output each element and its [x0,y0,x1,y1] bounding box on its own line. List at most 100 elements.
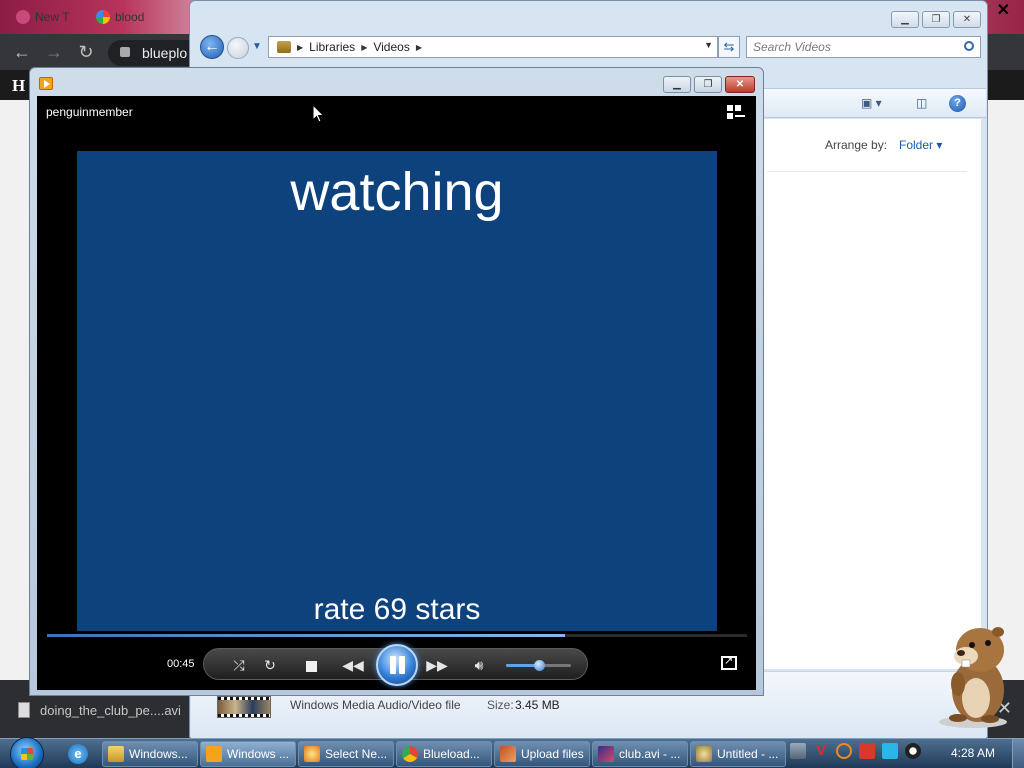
explorer-caption-buttons: ▁ ❐ ✕ [891,11,981,28]
breadcrumb-videos[interactable]: Videos [373,40,409,54]
taskbar-button-upload-files[interactable]: Upload files [494,741,590,767]
switch-to-library-icon[interactable] [727,105,745,119]
media-player-icon [206,746,222,762]
volume-knob[interactable] [533,660,545,671]
taskbar-button-untitled-paint[interactable]: Untitled - ... [690,741,786,767]
download-file-name: doing_the_club_pe....avi [40,702,181,718]
forward-button[interactable] [227,37,249,59]
gopher-mascot-icon[interactable] [928,618,1018,730]
taskbar-clock[interactable]: 4:28 AM [951,746,995,760]
taskbar-button-label: Untitled - ... [717,747,779,761]
change-view-icon[interactable]: ▣ ▾ [861,96,882,110]
back-arrow-icon[interactable]: ← [12,42,32,62]
taskbar-button-label: Select Ne... [325,747,388,761]
seek-bar[interactable] [47,634,747,637]
network-icon[interactable] [790,743,806,759]
stop-button[interactable] [298,649,324,681]
back-button[interactable]: ← [200,35,224,59]
search-placeholder: Search Videos [753,40,831,54]
maximize-button[interactable]: ❐ [922,11,950,28]
record-icon[interactable] [905,743,921,759]
video-editor-icon [598,746,614,762]
chrome-tab-label: blood [115,10,145,24]
upload-icon [500,746,516,762]
taskbar-button-explorer[interactable]: Windows... [102,741,198,767]
close-button[interactable]: ✕ [953,11,981,28]
antivirus-icon[interactable]: V [813,743,829,759]
repeat-icon[interactable]: ↻ [257,649,283,681]
breadcrumb-libraries[interactable]: Libraries [309,40,355,54]
close-button[interactable]: ✕ [725,76,755,93]
help-icon[interactable]: ? [949,95,966,112]
arrange-by-value: Folder [899,138,934,152]
divider [767,171,967,172]
search-tray-icon[interactable] [836,743,852,759]
system-tray: V [790,743,921,759]
search-input[interactable]: Search Videos [746,36,981,58]
chrome-close-icon[interactable]: ✕ [997,0,1010,20]
file-type-label: Windows Media Audio/Video file [290,698,461,712]
paint-icon [304,746,320,762]
arrange-by-label: Arrange by: [825,138,888,152]
minimize-button[interactable]: ▁ [891,11,919,28]
reload-icon[interactable]: ↻ [76,42,96,62]
download-item[interactable]: doing_the_club_pe....avi [18,702,181,718]
start-button[interactable] [10,737,44,768]
fast-forward-icon[interactable]: ▶▶ [422,649,452,681]
fullscreen-icon[interactable] [721,654,737,670]
libraries-icon [277,41,291,53]
breadcrumb-separator-icon[interactable]: ▶ [361,43,367,52]
elapsed-time: 00:45 [167,658,195,670]
taskbar-button-blueload[interactable]: Blueload... [396,741,492,767]
site-logo[interactable]: H [12,76,25,96]
video-thumbnail [217,696,271,718]
rewind-icon[interactable]: ◀◀ [338,649,368,681]
explorer-address-bar[interactable]: ▶ Libraries ▶ Videos ▶ ▼ [268,36,718,58]
volume-slider[interactable] [506,660,571,671]
history-dropdown-icon[interactable]: ▼ [252,41,262,52]
player-stage[interactable]: penguinmember watching rate 69 stars 00:… [37,96,756,690]
player-caption-buttons: ▁ ❐ ✕ [663,76,755,93]
pause-icon [390,656,396,674]
taskbar-button-label: club.avi - ... [619,747,681,761]
paint-palette-icon [696,746,712,762]
internet-explorer-icon[interactable]: e [68,744,88,764]
size-value: 3.45 MB [515,698,560,712]
chrome-tab-label: New T [35,10,70,24]
chrome-tab-google[interactable]: blood [90,4,150,30]
address-dropdown-icon[interactable]: ▼ [704,40,713,50]
taskbar-button-label: Windows ... [227,747,290,761]
taskbar-button-label: Windows... [129,747,188,761]
preview-pane-icon[interactable]: ◫ [916,96,927,110]
pause-icon [399,656,405,674]
file-icon [18,702,30,718]
breadcrumb-separator-icon[interactable]: ▶ [416,43,422,52]
forward-arrow-icon[interactable]: → [44,42,64,62]
stop-icon [305,660,317,672]
lock-icon [120,47,130,57]
video-username: penguinmember [46,105,133,119]
taskbar-button-media-player[interactable]: Windows ... [200,741,296,767]
show-desktop-button[interactable] [1012,739,1024,768]
shuffle-icon[interactable]: ⤮ [226,649,252,681]
chrome-tab-new[interactable]: New T [10,4,75,30]
seek-progress [47,634,565,637]
flag-icon[interactable] [859,743,875,759]
pause-button[interactable] [376,644,418,686]
google-icon [96,10,110,24]
explorer-navigation-row: ← ▼ ▶ Libraries ▶ Videos ▶ ▼ ⇆ Search Vi… [198,34,981,60]
search-icon[interactable] [964,41,974,51]
video-caption-text: rate 69 stars [313,593,481,626]
taskbar-button-select-network[interactable]: Select Ne... [298,741,394,767]
refresh-button[interactable]: ⇆ [718,36,740,58]
maximize-button[interactable]: ❐ [694,76,722,93]
display-icon[interactable] [882,743,898,759]
arrange-by-dropdown[interactable]: Folder ▾ [899,138,942,152]
flower-favicon-icon [16,10,30,24]
breadcrumb-separator-icon[interactable]: ▶ [297,43,303,52]
chrome-url-text: blueplo [142,45,188,61]
minimize-button[interactable]: ▁ [663,76,691,93]
taskbar-button-club-avi[interactable]: club.avi - ... [592,741,688,767]
video-frame[interactable]: watching rate 69 stars [77,151,717,631]
volume-icon[interactable]: 🔊︎ [466,649,492,681]
